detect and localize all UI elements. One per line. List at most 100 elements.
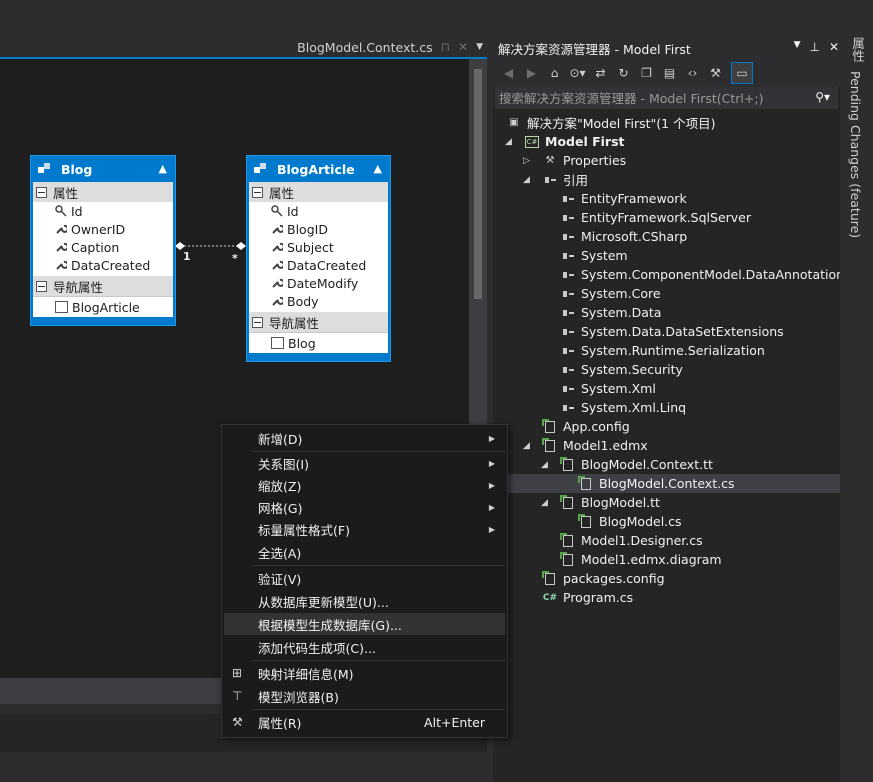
collapse-icon[interactable] — [252, 316, 263, 328]
search-icon[interactable]: ⚲▾ — [815, 90, 830, 104]
close-icon[interactable]: ✕ — [829, 40, 839, 54]
tree-node-reference[interactable]: System.Data — [493, 303, 840, 322]
tree-node-designer-cs[interactable]: Model1.Designer.cs — [493, 531, 840, 550]
collapsed-arrow-icon[interactable]: ▷ — [523, 156, 533, 166]
tree-node-edmx[interactable]: ◢ Model1.edmx — [493, 436, 840, 455]
tree-node-solution[interactable]: ▣ 解决方案"Model First"(1 个项目) — [493, 113, 840, 132]
solution-icon: ▣ — [509, 117, 519, 128]
collapse-icon[interactable] — [252, 186, 263, 198]
view-code-icon[interactable]: ‹› — [685, 66, 700, 81]
menu-item-scalar-format[interactable]: 标量属性格式(F) ▶ — [224, 518, 505, 540]
entity-header[interactable]: Blog ▲ — [31, 156, 175, 182]
expand-arrow-icon[interactable]: ◢ — [541, 460, 551, 470]
entity-property[interactable]: Caption — [33, 238, 173, 256]
tree-node-reference[interactable]: System.Core — [493, 284, 840, 303]
menu-item-properties[interactable]: ⚒ 属性(R) Alt+Enter — [224, 711, 505, 733]
tree-node-reference[interactable]: EntityFramework.SqlServer — [493, 208, 840, 227]
pending-changes-filter-icon[interactable]: ⊙▾ — [569, 66, 585, 81]
tree-node-project[interactable]: ◢ C# Model First — [493, 132, 840, 151]
refresh-icon[interactable]: ↻ — [616, 66, 631, 81]
tree-node-reference[interactable]: System.ComponentModel.DataAnnotations — [493, 265, 851, 284]
tree-node-reference[interactable]: EntityFramework — [493, 189, 840, 208]
navigation-property[interactable]: Blog — [249, 332, 388, 353]
pin-icon[interactable]: ⊓ — [441, 40, 450, 54]
entity-property[interactable]: OwnerID — [33, 220, 173, 238]
navigation-section-header[interactable]: 导航属性 — [249, 312, 388, 332]
entity-blog[interactable]: Blog ▲ 属性 Id OwnerID Caption DataCreated… — [30, 155, 176, 326]
preview-selected-icon[interactable]: ▭ — [731, 62, 753, 84]
entity-property[interactable]: Subject — [249, 238, 388, 256]
window-dropdown-icon[interactable]: ▼ — [794, 40, 801, 54]
menu-item-zoom[interactable]: 缩放(Z) ▶ — [224, 474, 505, 496]
pin-icon[interactable]: ⊥ — [809, 40, 819, 54]
menu-item-generate-database[interactable]: 根据模型生成数据库(G)... — [224, 613, 505, 635]
tree-node-reference[interactable]: System.Data.DataSetExtensions — [493, 322, 840, 341]
entity-property[interactable]: DataCreated — [249, 256, 388, 274]
menu-item-grid[interactable]: 网格(G) ▶ — [224, 496, 505, 518]
navigation-property[interactable]: BlogArticle — [33, 296, 173, 317]
back-icon[interactable]: ◀ — [501, 66, 516, 81]
menu-item-add-code-generation[interactable]: 添加代码生成项(C)... — [224, 636, 505, 658]
forward-icon[interactable]: ▶ — [524, 66, 539, 81]
entity-property[interactable]: Id — [33, 202, 173, 220]
designer-tab[interactable]: BlogModel.Context.cs ⊓ ✕ ▼ — [297, 37, 487, 57]
tree-node-reference[interactable]: System.Security — [493, 360, 840, 379]
home-icon[interactable]: ⌂ — [547, 66, 562, 81]
solution-explorer-search[interactable]: ⚲▾ — [495, 87, 838, 109]
menu-item-model-browser[interactable]: ⊤ 模型浏览器(B) — [224, 685, 505, 707]
wrench-icon — [55, 241, 69, 253]
sync-icon[interactable]: ⇄ — [593, 66, 608, 81]
tree-node-references[interactable]: ◢ 引用 — [493, 170, 840, 189]
menu-item-update-from-database[interactable]: 从数据库更新模型(U)... — [224, 590, 505, 612]
search-input[interactable] — [495, 89, 801, 107]
properties-wrench-icon[interactable]: ⚒ — [708, 66, 723, 81]
menu-item-mapping-details[interactable]: ⊞ 映射详细信息(M) — [224, 662, 505, 684]
menu-item-diagram[interactable]: 关系图(I) ▶ — [224, 452, 505, 474]
tree-node-context-tt[interactable]: ◢ BlogModel.Context.tt — [493, 455, 840, 474]
reference-icon — [561, 230, 575, 244]
entity-property[interactable]: Body — [249, 292, 388, 310]
tab-dropdown-icon[interactable]: ▼ — [476, 42, 483, 52]
collapse-all-icon[interactable]: ❐ — [639, 66, 654, 81]
side-tab-pending-changes[interactable]: Pending Changes (feature) — [848, 71, 863, 238]
tree-node-app-config[interactable]: App.config — [493, 417, 840, 436]
collapse-icon[interactable] — [36, 280, 47, 292]
navigation-section-header[interactable]: 导航属性 — [33, 276, 173, 296]
tree-node-diagram[interactable]: Model1.edmx.diagram — [493, 550, 840, 569]
tree-node-model-cs[interactable]: BlogModel.cs — [493, 512, 840, 531]
close-tab-icon[interactable]: ✕ — [458, 40, 468, 54]
chevron-up-icon[interactable]: ▲ — [159, 162, 167, 175]
collapse-icon[interactable] — [36, 186, 47, 198]
scrollbar-thumb[interactable] — [474, 69, 482, 299]
expand-arrow-icon[interactable]: ◢ — [505, 137, 515, 147]
tree-node-program-cs[interactable]: C# Program.cs — [493, 588, 840, 607]
expand-arrow-icon[interactable]: ◢ — [541, 498, 551, 508]
tree-node-reference[interactable]: System — [493, 246, 840, 265]
menu-item-select-all[interactable]: 全选(A) — [224, 541, 505, 563]
entity-property[interactable]: DateModify — [249, 274, 388, 292]
designer-tab-title[interactable]: BlogModel.Context.cs — [297, 40, 432, 55]
tree-node-context-cs[interactable]: BlogModel.Context.cs — [493, 474, 840, 493]
tree-node-reference[interactable]: Microsoft.CSharp — [493, 227, 840, 246]
entity-property[interactable]: Id — [249, 202, 388, 220]
tree-node-packages-config[interactable]: packages.config — [493, 569, 840, 588]
chevron-up-icon[interactable]: ▲ — [374, 162, 382, 175]
tree-node-reference[interactable]: System.Xml — [493, 379, 840, 398]
entity-property[interactable]: BlogID — [249, 220, 388, 238]
wrench-icon — [55, 259, 69, 271]
entity-blogarticle[interactable]: BlogArticle ▲ 属性 Id BlogID Subject DataC… — [246, 155, 391, 362]
side-tab-properties[interactable]: 属性 — [848, 37, 867, 62]
properties-section-header[interactable]: 属性 — [33, 182, 173, 202]
expand-arrow-icon[interactable]: ◢ — [523, 175, 533, 185]
tree-node-model-tt[interactable]: ◢ BlogModel.tt — [493, 493, 840, 512]
entity-property[interactable]: DataCreated — [33, 256, 173, 274]
menu-item-add[interactable]: 新增(D) ▶ — [224, 427, 505, 449]
menu-item-validate[interactable]: 验证(V) — [224, 567, 505, 589]
properties-section-header[interactable]: 属性 — [249, 182, 388, 202]
tree-node-reference[interactable]: System.Runtime.Serialization — [493, 341, 840, 360]
expand-arrow-icon[interactable]: ◢ — [523, 441, 533, 451]
show-all-files-icon[interactable]: ▤ — [662, 66, 677, 81]
entity-header[interactable]: BlogArticle ▲ — [247, 156, 390, 182]
tree-node-properties[interactable]: ▷ ⚒ Properties — [493, 151, 840, 170]
tree-node-reference[interactable]: System.Xml.Linq — [493, 398, 840, 417]
